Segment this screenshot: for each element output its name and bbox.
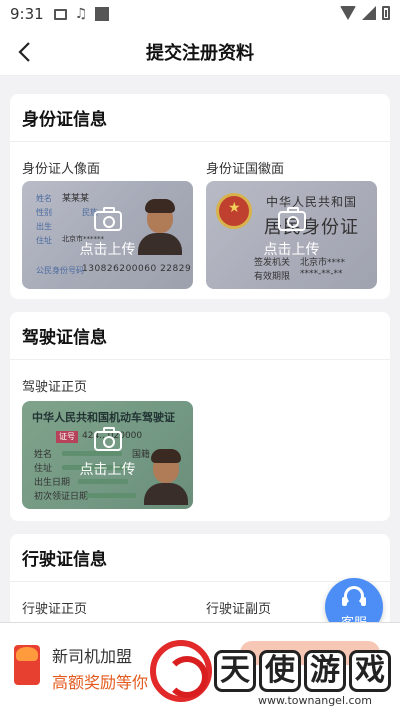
sample-text: 130826200060 22829	[82, 264, 192, 274]
watermark-text: 天 使 游 戏	[214, 650, 391, 692]
battery-icon	[382, 6, 390, 20]
sample-text: 中华人民共和国机动车驾驶证	[32, 411, 175, 424]
sample-text: ****-**-**	[300, 269, 343, 279]
photo-icon	[53, 8, 67, 20]
gift-icon	[14, 645, 40, 685]
section-title-id: 身份证信息	[10, 94, 390, 142]
sample-text: 中华人民共和国	[266, 195, 358, 209]
sample-text: 初次领证日期	[34, 492, 89, 502]
sample-text: 出生	[36, 222, 52, 231]
sample-text: 性别	[36, 208, 52, 217]
id-front-label: 身份证人像面	[22, 162, 101, 177]
id-card-section: 身份证信息 身份证人像面 姓名 某某某 性别 民族 出生 住址 北京市*****…	[10, 94, 390, 299]
status-bar: 9:31 ♫	[0, 0, 400, 28]
section-title-license: 驾驶证信息	[10, 312, 390, 360]
id-back-label: 身份证国徽面	[206, 162, 285, 177]
vehicle-back-label: 行驶证副页	[206, 602, 272, 617]
signal-icon	[362, 6, 376, 20]
upload-text: 点击上传	[79, 242, 136, 258]
sample-bar	[62, 451, 122, 456]
status-time: 9:31	[10, 5, 44, 23]
sample-text: 公民身份号码	[36, 266, 84, 275]
driver-license-section: 驾驶证信息 驾驶证正页 中华人民共和国机动车驾驶证 证号 424...02000…	[10, 312, 390, 521]
watermark-char: 游	[304, 650, 346, 692]
status-icons	[340, 6, 390, 20]
sample-bar	[78, 479, 128, 484]
sample-bar	[86, 493, 136, 498]
id-front-upload[interactable]: 姓名 某某某 性别 民族 出生 住址 北京市****** 公民身份号码 1308…	[22, 181, 193, 289]
watermark-char: 天	[214, 650, 256, 692]
upload-text: 点击上传	[263, 242, 320, 258]
sample-text: 某某某	[62, 194, 90, 204]
watermark-char: 使	[259, 650, 301, 692]
banner-subtitle: 高额奖励等你	[52, 673, 149, 692]
headset-icon	[342, 586, 366, 606]
section-title-vehicle: 行驶证信息	[10, 534, 390, 582]
camera-icon	[277, 207, 306, 231]
license-front-upload[interactable]: 中华人民共和国机动车驾驶证 证号 424...020000 姓名 国籍 住址 出…	[22, 401, 193, 509]
watermark-logo-icon	[150, 640, 212, 702]
camera-icon	[93, 427, 122, 451]
camera-icon	[93, 207, 122, 231]
music-icon: ♫	[74, 6, 88, 22]
wifi-icon	[340, 6, 356, 20]
watermark-url: www.townangel.com	[258, 694, 372, 707]
square-icon	[95, 7, 110, 21]
chevron-left-icon[interactable]	[14, 40, 38, 64]
license-front-label: 驾驶证正页	[22, 380, 88, 395]
sample-chip: 证号	[56, 431, 78, 443]
banner-title: 新司机加盟	[52, 647, 133, 666]
sample-text: 姓名	[36, 194, 52, 203]
page-title: 提交注册资料	[146, 42, 254, 64]
id-back-upload[interactable]: 中华人民共和国 居民身份证 签发机关 北京市**** 有效期限 ****-**-…	[206, 181, 377, 289]
vehicle-front-label: 行驶证正页	[22, 602, 88, 617]
upload-text: 点击上传	[79, 462, 136, 478]
sample-text: 有效期限	[254, 272, 291, 282]
watermark-char: 戏	[349, 650, 391, 692]
emblem-icon	[216, 193, 252, 229]
nav-header: 提交注册资料	[0, 28, 400, 76]
